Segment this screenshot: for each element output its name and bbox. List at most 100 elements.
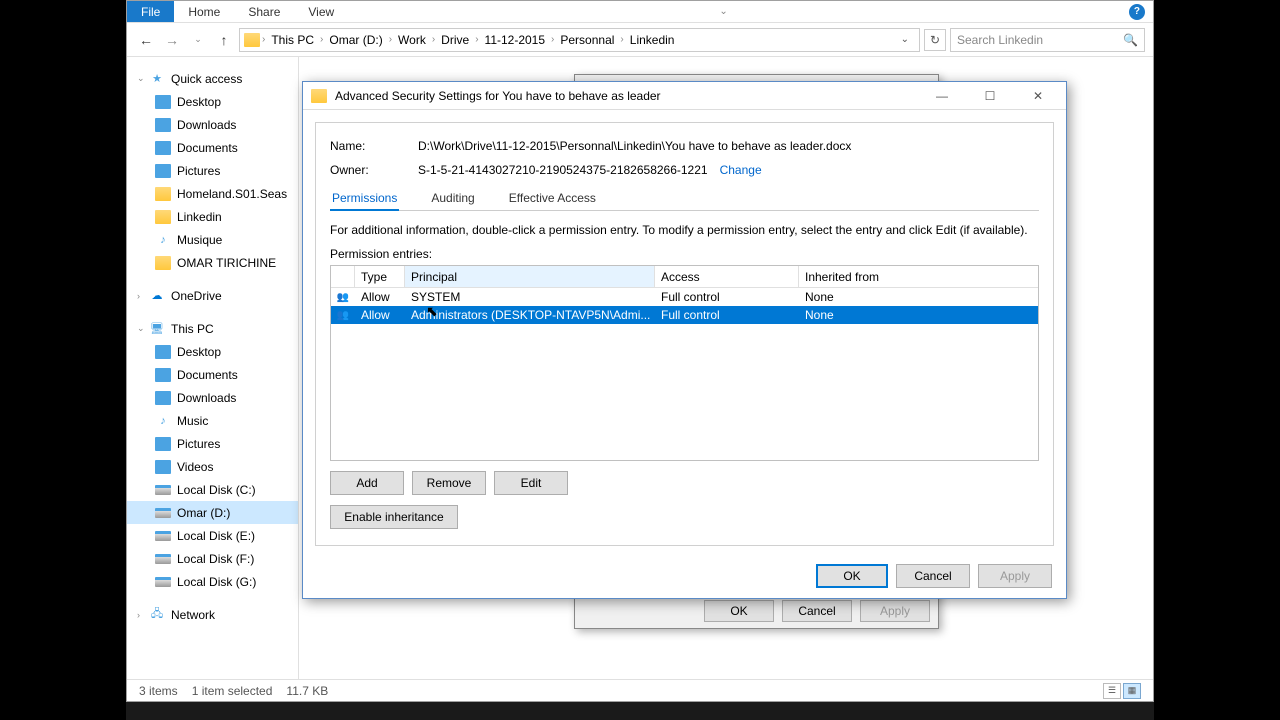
tree-pc-videos[interactable]: Videos [127, 455, 298, 478]
tab-effective-access[interactable]: Effective Access [507, 187, 598, 210]
tree-pc-disk-f[interactable]: Local Disk (F:) [127, 547, 298, 570]
downloads-icon [155, 118, 171, 132]
dialog-titlebar[interactable]: Advanced Security Settings for You have … [303, 82, 1066, 110]
apply-button[interactable]: Apply [978, 564, 1052, 588]
maximize-button[interactable]: ☐ [970, 84, 1010, 108]
close-button[interactable]: ✕ [1018, 84, 1058, 108]
tree-pc-disk-e[interactable]: Local Disk (E:) [127, 524, 298, 547]
tree-label: Homeland.S01.Seas [177, 187, 287, 201]
ribbon-tab-file[interactable]: File [127, 1, 174, 22]
tree-pc-music[interactable]: ♪Music [127, 409, 298, 432]
chevron-right-icon[interactable]: › [137, 610, 140, 620]
crumb-thispc[interactable]: This PC [267, 33, 318, 47]
tree-this-pc[interactable]: ⌄🖥This PC [127, 317, 298, 340]
breadcrumb[interactable]: › This PC › Omar (D:) › Work › Drive › 1… [239, 28, 920, 52]
tree-pc-disk-c[interactable]: Local Disk (C:) [127, 478, 298, 501]
tree-pc-disk-d[interactable]: Omar (D:) [127, 501, 298, 524]
tree-pc-pictures[interactable]: Pictures [127, 432, 298, 455]
tree-item-documents[interactable]: Documents [127, 136, 298, 159]
permissions-table[interactable]: Type Principal Access Inherited from 👥 A… [330, 265, 1039, 461]
tree-item-desktop[interactable]: Desktop [127, 90, 298, 113]
chevron-right-icon[interactable]: › [475, 34, 478, 45]
tree-network[interactable]: ›🖧Network [127, 603, 298, 626]
tree-item-linkedin[interactable]: Linkedin [127, 205, 298, 228]
tree-quick-access[interactable]: ⌄★Quick access [127, 67, 298, 90]
help-icon[interactable]: ? [1129, 4, 1145, 20]
col-access[interactable]: Access [655, 266, 799, 287]
drive-icon [155, 485, 171, 495]
crumb-date[interactable]: 11-12-2015 [481, 33, 550, 47]
chevron-right-icon[interactable]: › [262, 34, 265, 45]
remove-button[interactable]: Remove [412, 471, 486, 495]
crumb-omar[interactable]: Omar (D:) [325, 33, 386, 47]
ribbon-expand-icon[interactable]: ⌄ [719, 6, 727, 17]
nav-back-button[interactable]: ← [135, 29, 157, 51]
ribbon-tab-view[interactable]: View [294, 1, 348, 22]
enable-inheritance-button[interactable]: Enable inheritance [330, 505, 458, 529]
table-row[interactable]: 👥 Allow SYSTEM Full control None [331, 288, 1038, 306]
nav-forward-button[interactable]: → [161, 29, 183, 51]
refresh-button[interactable]: ↻ [924, 29, 946, 51]
chevron-right-icon[interactable]: › [432, 34, 435, 45]
ribbon-tab-home[interactable]: Home [174, 1, 234, 22]
tree-item-pictures[interactable]: Pictures [127, 159, 298, 182]
props-ok-button[interactable]: OK [704, 600, 774, 622]
dialog-footer: OK Cancel Apply [816, 564, 1052, 588]
chevron-right-icon[interactable]: › [320, 34, 323, 45]
chevron-down-icon[interactable]: ⌄ [137, 323, 145, 334]
tree-pc-desktop[interactable]: Desktop [127, 340, 298, 363]
tree-pc-documents[interactable]: Documents [127, 363, 298, 386]
breadcrumb-dropdown-icon[interactable]: ⌄ [895, 34, 915, 45]
chevron-right-icon[interactable]: › [389, 34, 392, 45]
crumb-personnal[interactable]: Personnal [556, 33, 618, 47]
change-owner-link[interactable]: Change [720, 163, 762, 177]
ok-button[interactable]: OK [816, 564, 888, 588]
tree-panel[interactable]: ⌄★Quick access Desktop Downloads Documen… [127, 57, 299, 679]
ribbon-tab-share[interactable]: Share [234, 1, 294, 22]
table-row[interactable]: 👥 Allow Administrators (DESKTOP-NTAVP5N\… [331, 306, 1038, 324]
tree-item-omar-tirichine[interactable]: OMAR TIRICHINE [127, 251, 298, 274]
tree-label: OMAR TIRICHINE [177, 256, 276, 270]
col-principal[interactable]: Principal [405, 266, 655, 287]
minimize-button[interactable]: — [922, 84, 962, 108]
chevron-down-icon[interactable]: ⌄ [137, 73, 145, 84]
taskbar[interactable] [126, 702, 1154, 720]
chevron-right-icon[interactable]: › [137, 291, 140, 301]
chevron-right-icon[interactable]: › [551, 34, 554, 45]
cancel-button[interactable]: Cancel [896, 564, 970, 588]
tree-item-homeland[interactable]: Homeland.S01.Seas [127, 182, 298, 205]
search-icon[interactable]: 🔍 [1123, 33, 1138, 47]
tree-pc-downloads[interactable]: Downloads [127, 386, 298, 409]
view-large-icon[interactable]: ▦ [1123, 683, 1141, 699]
add-button[interactable]: Add [330, 471, 404, 495]
pictures-icon [155, 164, 171, 178]
crumb-work[interactable]: Work [394, 33, 430, 47]
crumb-linkedin[interactable]: Linkedin [626, 33, 679, 47]
crumb-drive[interactable]: Drive [437, 33, 473, 47]
ribbon-tabs: File Home Share View ⌄ ? [127, 1, 1153, 23]
tree-item-musique[interactable]: ♪Musique [127, 228, 298, 251]
nav-up-button[interactable]: ↑ [213, 29, 235, 51]
props-cancel-button[interactable]: Cancel [782, 600, 852, 622]
tree-onedrive[interactable]: ›☁OneDrive [127, 284, 298, 307]
props-apply-button[interactable]: Apply [860, 600, 930, 622]
tab-permissions[interactable]: Permissions [330, 187, 399, 211]
col-icon[interactable] [331, 266, 355, 287]
tree-pc-disk-g[interactable]: Local Disk (G:) [127, 570, 298, 593]
edit-button[interactable]: Edit [494, 471, 568, 495]
cell-type: Allow [355, 288, 405, 306]
tab-auditing[interactable]: Auditing [429, 187, 476, 210]
status-items-count: 3 items [139, 684, 178, 698]
col-inherited[interactable]: Inherited from [799, 266, 1038, 287]
search-input[interactable]: Search Linkedin 🔍 [950, 28, 1145, 52]
chevron-right-icon[interactable]: › [620, 34, 623, 45]
col-type[interactable]: Type [355, 266, 405, 287]
tree-item-downloads[interactable]: Downloads [127, 113, 298, 136]
status-size: 11.7 KB [286, 684, 328, 698]
cell-type: Allow [355, 306, 405, 324]
view-details-icon[interactable]: ☰ [1103, 683, 1121, 699]
pictures-icon [155, 437, 171, 451]
nav-recent-button[interactable]: ⌄ [187, 29, 209, 51]
tree-label: Local Disk (F:) [177, 552, 254, 566]
drive-icon [155, 577, 171, 587]
